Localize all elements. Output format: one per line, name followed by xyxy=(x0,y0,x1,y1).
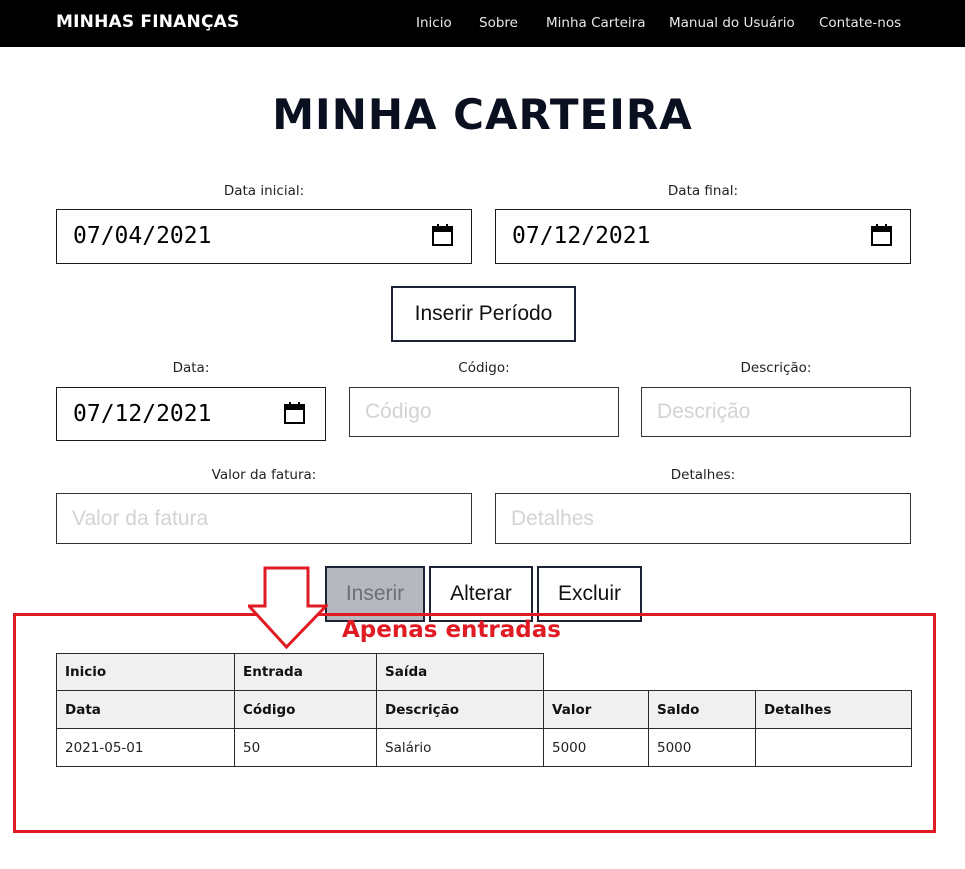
top-navbar: MINHAS FINANÇAS Inicio Sobre Minha Carte… xyxy=(0,0,965,47)
details-input[interactable] xyxy=(496,494,910,543)
table-group-header: Saída xyxy=(376,653,544,691)
code-field xyxy=(349,387,619,437)
annotation-label: Apenas entradas xyxy=(342,617,561,643)
brand-logo[interactable]: MINHAS FINANÇAS xyxy=(56,12,239,32)
table-cell: 2021-05-01 xyxy=(56,728,235,767)
nav-link-contato[interactable]: Contate-nos xyxy=(819,15,901,31)
table-column-header: Valor xyxy=(543,690,649,729)
table-column-header: Saldo xyxy=(648,690,756,729)
amount-label: Valor da fatura: xyxy=(211,467,317,483)
table-column-header: Descrição xyxy=(376,690,544,729)
table-cell: 5000 xyxy=(648,728,756,767)
end-date-label: Data final: xyxy=(667,183,739,199)
end-date-value: 07/12/2021 xyxy=(512,223,651,249)
table-cell: Salário xyxy=(376,728,544,767)
table-column-header: Código xyxy=(234,690,377,729)
details-label: Detalhes: xyxy=(670,467,736,483)
down-arrow-icon xyxy=(248,566,328,650)
description-input[interactable] xyxy=(642,388,910,436)
amount-input[interactable] xyxy=(57,494,471,543)
nav-link-inicio[interactable]: Inicio xyxy=(416,15,452,31)
calendar-icon[interactable] xyxy=(432,224,453,246)
code-label: Código: xyxy=(458,360,510,376)
start-date-input[interactable]: 07/04/2021 xyxy=(56,209,472,264)
start-date-value: 07/04/2021 xyxy=(73,223,212,249)
start-date-label: Data inicial: xyxy=(223,183,305,199)
entry-date-value: 07/12/2021 xyxy=(73,401,212,427)
page-title: MINHA CARTEIRA xyxy=(272,90,693,139)
nav-link-minha-carteira[interactable]: Minha Carteira xyxy=(546,15,646,31)
table-group-header: Entrada xyxy=(234,653,377,691)
nav-link-manual[interactable]: Manual do Usuário xyxy=(669,15,795,31)
insert-period-button[interactable]: Inserir Período xyxy=(391,286,576,342)
table-cell: 5000 xyxy=(543,728,649,767)
description-field xyxy=(641,387,911,437)
table-group-header: Inicio xyxy=(56,653,235,691)
code-input[interactable] xyxy=(350,388,618,436)
description-label: Descrição: xyxy=(740,360,812,376)
nav-link-sobre[interactable]: Sobre xyxy=(479,15,518,31)
table-column-header: Detalhes xyxy=(755,690,912,729)
amount-field xyxy=(56,493,472,544)
date-label: Data: xyxy=(172,360,210,376)
calendar-icon[interactable] xyxy=(871,224,892,246)
table-cell: 50 xyxy=(234,728,377,767)
end-date-input[interactable]: 07/12/2021 xyxy=(495,209,911,264)
entry-date-input[interactable]: 07/12/2021 xyxy=(56,387,326,441)
details-field xyxy=(495,493,911,544)
table-column-header: Data xyxy=(56,690,235,729)
calendar-icon[interactable] xyxy=(284,402,305,424)
table-cell xyxy=(755,728,912,767)
